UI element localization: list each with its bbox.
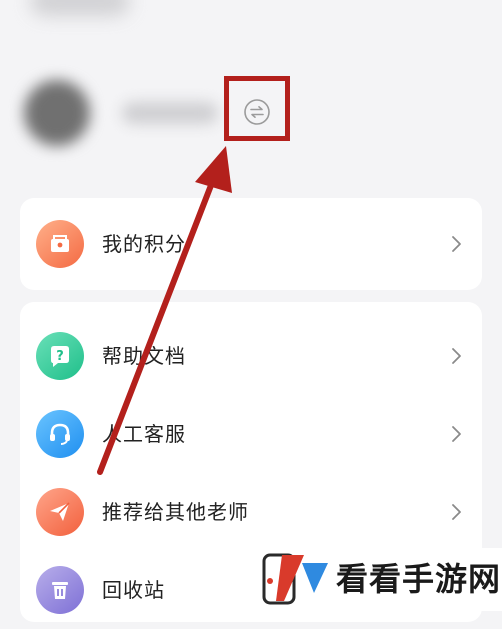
menu-item-points[interactable]: 我的积分 (20, 205, 482, 283)
chevron-right-icon (452, 504, 461, 520)
chevron-right-icon (452, 236, 461, 252)
watermark-logo-icon (262, 553, 328, 605)
watermark-text: 看看手游网 (336, 560, 502, 598)
username-blurred (122, 102, 218, 124)
menu-item-label: 帮助文档 (102, 344, 186, 368)
chevron-right-icon (452, 348, 461, 364)
menu-item-customer-service[interactable]: 人工客服 (20, 395, 482, 473)
svg-text:?: ? (56, 349, 64, 364)
paper-plane-icon (36, 488, 84, 536)
annotation-highlight-box (224, 76, 290, 141)
avatar[interactable] (24, 80, 90, 146)
headset-icon (36, 410, 84, 458)
trash-icon (36, 566, 84, 614)
menu-card-points: 我的积分 (20, 198, 482, 290)
points-icon (36, 220, 84, 268)
menu-item-label: 回收站 (102, 578, 165, 602)
menu-item-label: 推荐给其他老师 (102, 500, 249, 524)
menu-item-label: 我的积分 (102, 232, 186, 256)
menu-item-help-docs[interactable]: ? 帮助文档 (20, 317, 482, 395)
menu-item-label: 人工客服 (102, 422, 186, 446)
menu-item-recommend[interactable]: 推荐给其他老师 (20, 473, 482, 551)
watermark: 看看手游网 (250, 548, 502, 611)
chevron-right-icon (452, 426, 461, 442)
blurred-header (30, 0, 130, 16)
help-question-icon: ? (36, 332, 84, 380)
